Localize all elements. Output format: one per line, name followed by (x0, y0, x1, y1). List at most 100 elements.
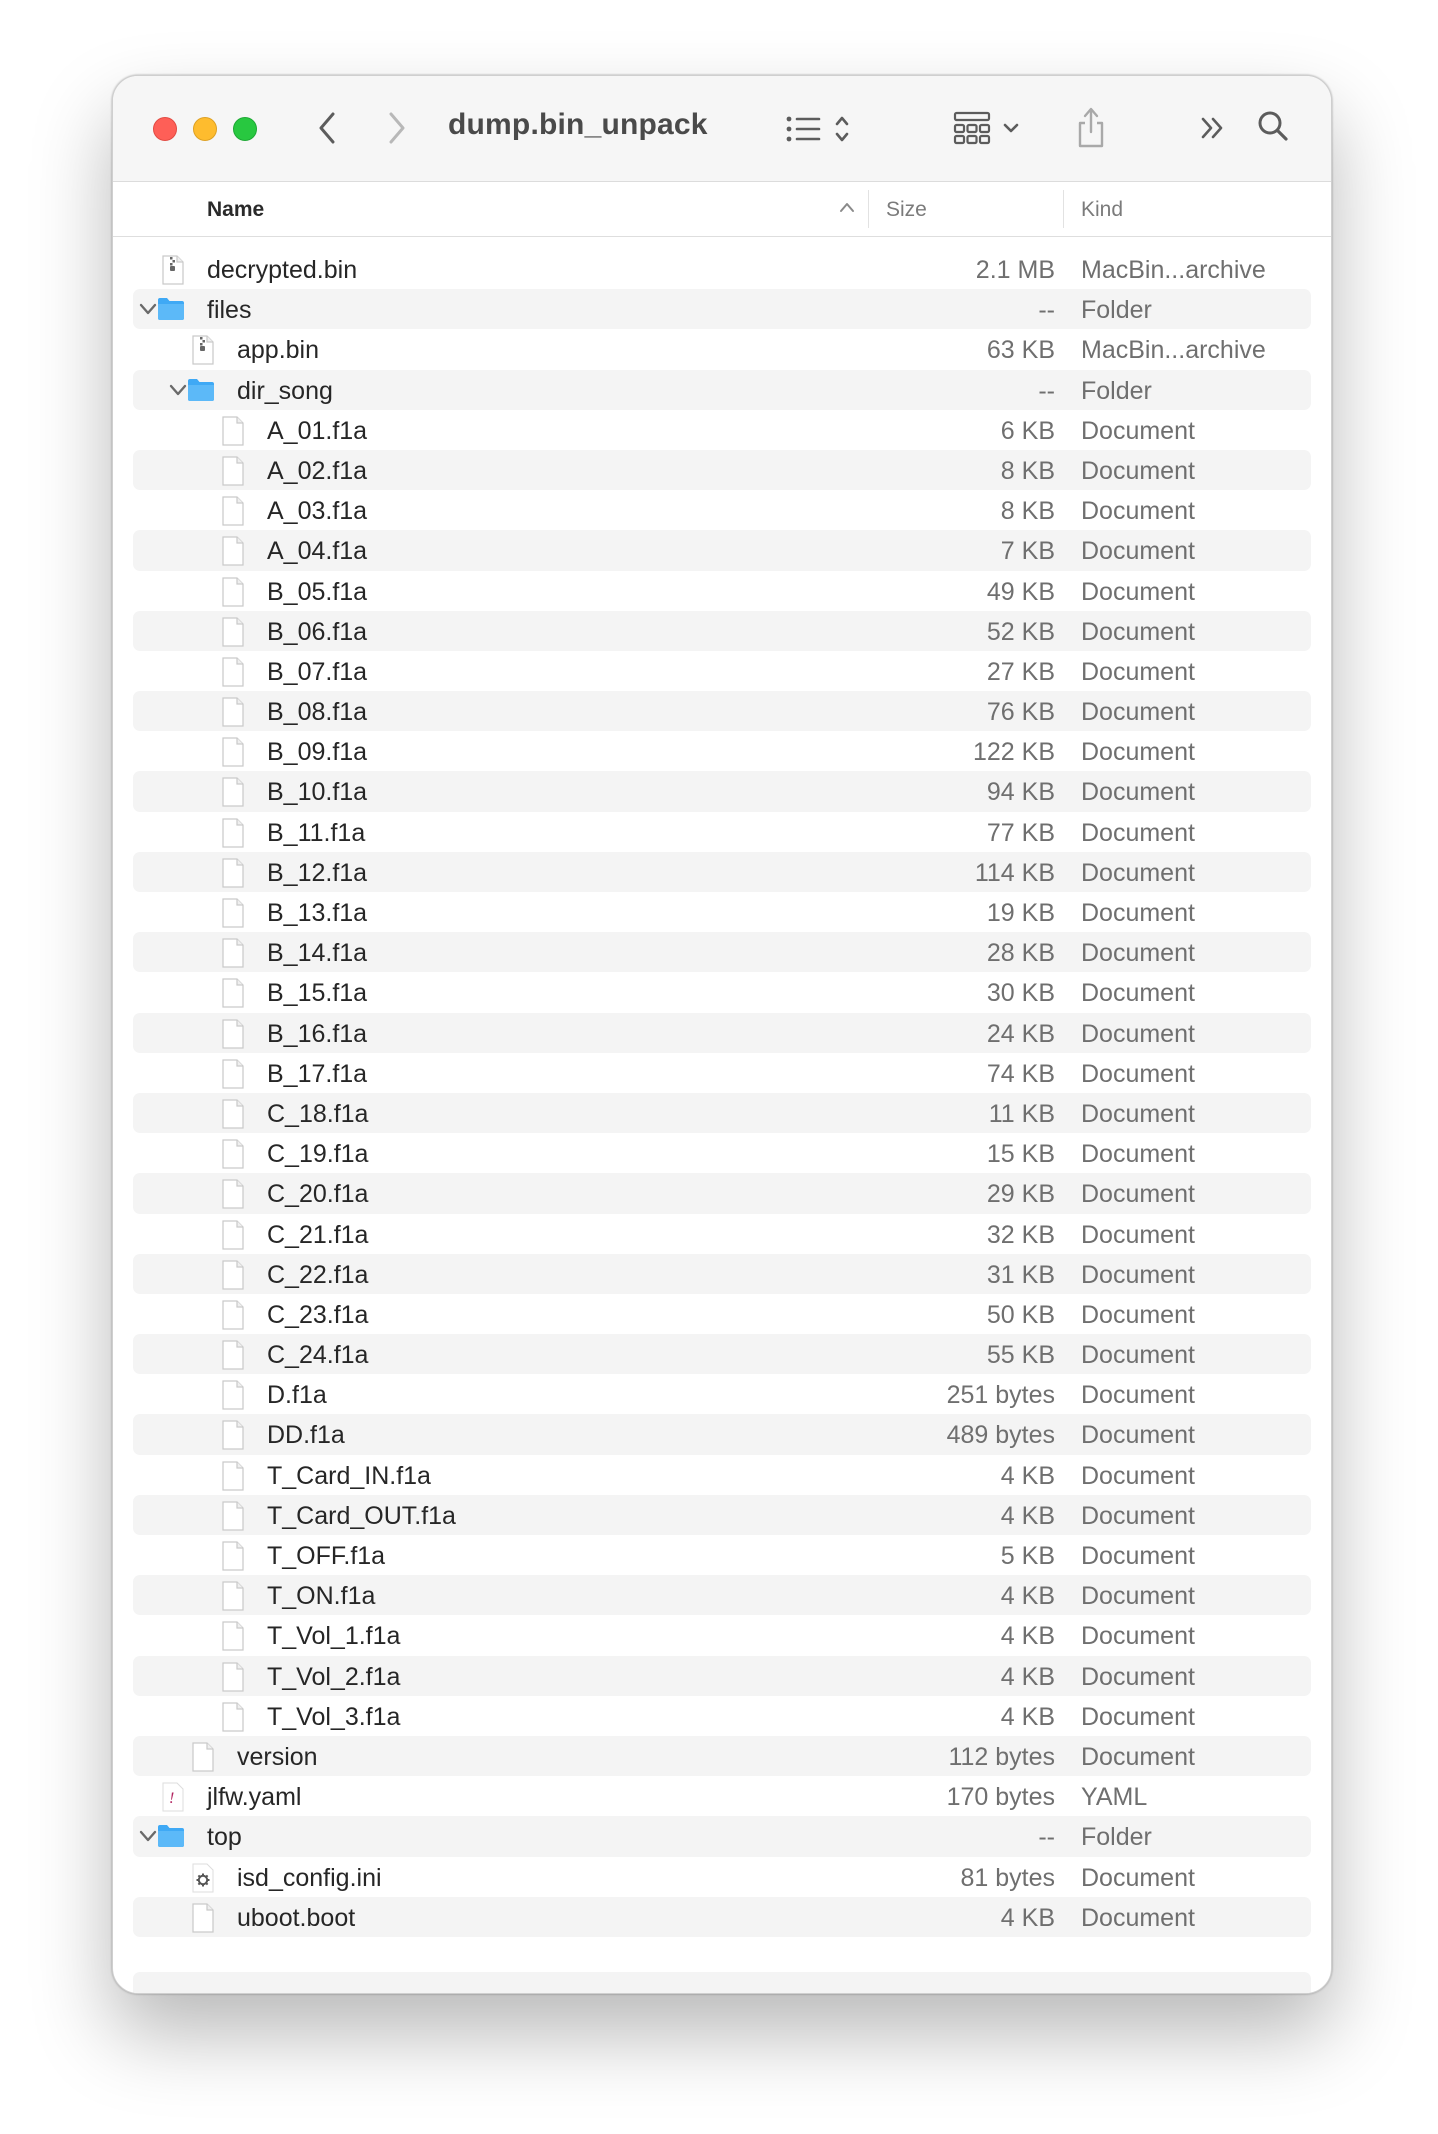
file-row[interactable]: B_10.f1a 94 KB Document (133, 771, 1311, 812)
double-chevron-right-icon[interactable] (1195, 110, 1231, 146)
folder-row[interactable]: dir_song -- Folder (133, 369, 1311, 410)
file-row[interactable]: C_20.f1a 29 KB Document (133, 1173, 1311, 1214)
file-row[interactable]: version 112 bytes Document (133, 1735, 1311, 1777)
file-name: A_04.f1a (267, 537, 368, 566)
file-kind: Document (1081, 617, 1195, 646)
file-row[interactable]: C_22.f1a 31 KB Document (133, 1253, 1311, 1294)
document-icon (221, 1340, 249, 1370)
name-column-header[interactable]: Name (207, 198, 264, 222)
file-name: B_09.f1a (267, 738, 368, 767)
column-divider[interactable] (868, 190, 869, 228)
file-row[interactable]: A_01.f1a 6 KB Document (133, 410, 1311, 450)
file-name: uboot.boot (237, 1903, 356, 1932)
file-row[interactable]: T_Vol_2.f1a 4 KB Document (133, 1655, 1311, 1696)
file-row[interactable]: C_24.f1a 55 KB Document (133, 1334, 1311, 1375)
chevron-right-icon[interactable] (379, 106, 415, 150)
file-row[interactable]: decrypted.bin 2.1 MB MacBin...archive (133, 249, 1311, 289)
file-row[interactable]: C_18.f1a 11 KB Document (133, 1092, 1311, 1134)
file-row[interactable]: B_07.f1a 27 KB Document (133, 651, 1311, 691)
file-name: T_ON.f1a (267, 1582, 376, 1611)
file-size: -- (1038, 376, 1055, 405)
file-name: A_03.f1a (267, 497, 368, 526)
file-row[interactable]: T_Card_IN.f1a 4 KB Document (133, 1455, 1311, 1495)
file-name: C_23.f1a (267, 1300, 369, 1329)
file-row[interactable]: uboot.boot 4 KB Document (133, 1896, 1311, 1937)
file-row[interactable]: ! jlfw.yaml 170 bytes YAML (133, 1776, 1311, 1816)
file-row[interactable]: app.bin 63 KB MacBin...archive (133, 329, 1311, 369)
file-size: 76 KB (986, 698, 1055, 727)
document-icon (221, 416, 249, 446)
folder-row[interactable]: files -- Folder (133, 289, 1311, 330)
search-icon[interactable] (1253, 106, 1293, 146)
file-row[interactable]: T_Vol_3.f1a 4 KB Document (133, 1696, 1311, 1736)
file-row[interactable]: B_17.f1a 74 KB Document (133, 1053, 1311, 1093)
file-row[interactable]: B_12.f1a 114 KB Document (133, 851, 1311, 892)
chevron-left-icon[interactable] (309, 106, 345, 150)
minimize-button[interactable] (193, 117, 217, 141)
file-size: 27 KB (986, 657, 1055, 686)
file-name: B_12.f1a (267, 858, 368, 887)
file-row[interactable]: B_16.f1a 24 KB Document (133, 1012, 1311, 1053)
file-size: 114 KB (974, 858, 1055, 887)
file-size: 81 bytes (960, 1863, 1055, 1892)
folder-icon (187, 376, 215, 404)
close-button[interactable] (153, 117, 177, 141)
document-icon (221, 1661, 249, 1692)
file-row[interactable]: T_OFF.f1a 5 KB Document (133, 1535, 1311, 1575)
svg-text:!: ! (169, 1790, 174, 1807)
file-row[interactable]: B_08.f1a 76 KB Document (133, 691, 1311, 732)
share-icon[interactable] (1071, 102, 1111, 152)
file-row[interactable]: C_21.f1a 32 KB Document (133, 1214, 1311, 1254)
file-row[interactable]: B_15.f1a 30 KB Document (133, 972, 1311, 1012)
disclosure-triangle-icon[interactable] (137, 298, 159, 320)
file-row[interactable]: B_14.f1a 28 KB Document (133, 932, 1311, 973)
document-icon (221, 536, 249, 566)
file-row[interactable]: T_Card_OUT.f1a 4 KB Document (133, 1494, 1311, 1535)
file-row[interactable]: B_13.f1a 19 KB Document (133, 892, 1311, 932)
disclosure-triangle-icon[interactable] (167, 379, 189, 401)
column-divider[interactable] (1063, 190, 1064, 228)
file-row[interactable]: DD.f1a 489 bytes Document (133, 1414, 1311, 1455)
file-kind: Document (1081, 1260, 1195, 1289)
file-row[interactable]: B_05.f1a 49 KB Document (133, 571, 1311, 611)
file-size: 52 KB (986, 617, 1055, 646)
file-row[interactable]: D.f1a 251 bytes Document (133, 1374, 1311, 1414)
file-size: 8 KB (1000, 456, 1055, 485)
grid-group-icon[interactable] (953, 108, 1033, 148)
file-kind: Document (1081, 1622, 1195, 1651)
file-row[interactable]: T_Vol_1.f1a 4 KB Document (133, 1615, 1311, 1655)
file-name: B_08.f1a (267, 698, 368, 727)
zoom-button[interactable] (233, 117, 257, 141)
sort-ascending-icon[interactable] (838, 200, 856, 219)
file-row[interactable]: T_ON.f1a 4 KB Document (133, 1575, 1311, 1616)
file-kind: Document (1081, 1582, 1195, 1611)
folder-row[interactable]: top -- Folder (133, 1816, 1311, 1857)
file-row[interactable]: B_09.f1a 122 KB Document (133, 731, 1311, 771)
file-kind: Document (1081, 1702, 1195, 1731)
file-name: B_17.f1a (267, 1059, 368, 1088)
file-row[interactable]: C_23.f1a 50 KB Document (133, 1294, 1311, 1334)
file-name: jlfw.yaml (207, 1783, 302, 1812)
file-row[interactable]: C_19.f1a 15 KB Document (133, 1133, 1311, 1173)
size-column-header[interactable]: Size (886, 198, 927, 222)
file-name: T_OFF.f1a (267, 1542, 386, 1570)
file-size: 112 bytes (948, 1742, 1055, 1771)
file-size: 2.1 MB (975, 256, 1055, 284)
file-name: B_15.f1a (267, 979, 368, 1008)
file-row[interactable]: A_03.f1a 8 KB Document (133, 490, 1311, 530)
list-view-icon[interactable] (783, 110, 863, 148)
file-row[interactable]: B_06.f1a 52 KB Document (133, 610, 1311, 651)
file-name: B_11.f1a (267, 818, 366, 847)
file-name: isd_config.ini (237, 1863, 382, 1892)
file-row[interactable]: A_04.f1a 7 KB Document (133, 530, 1311, 571)
document-icon (221, 617, 249, 647)
kind-column-header[interactable]: Kind (1081, 198, 1123, 222)
disclosure-triangle-icon[interactable] (137, 1825, 159, 1847)
file-name: B_16.f1a (267, 1019, 368, 1048)
file-row[interactable]: isd_config.ini 81 bytes Document (133, 1857, 1311, 1897)
file-row[interactable]: A_02.f1a 8 KB Document (133, 449, 1311, 491)
document-icon (221, 1179, 249, 1209)
file-name: A_02.f1a (267, 456, 368, 485)
file-row[interactable]: B_11.f1a 77 KB Document (133, 812, 1311, 852)
document-icon (221, 1099, 249, 1129)
